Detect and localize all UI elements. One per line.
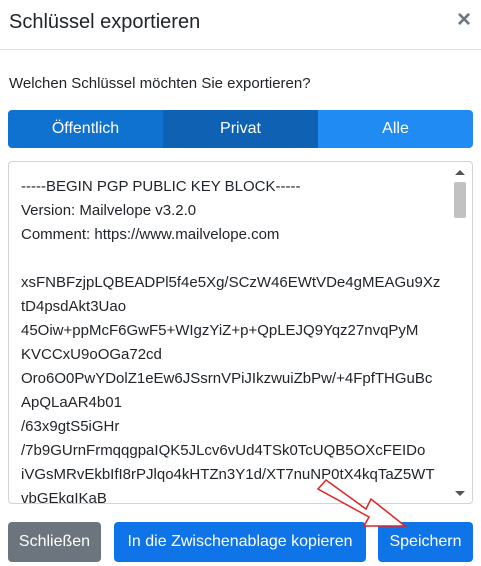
segment-all[interactable]: Alle: [318, 110, 473, 148]
close-icon[interactable]: ×: [457, 8, 471, 32]
export-key-dialog: Schlüssel exportieren × Welchen Schlüsse…: [0, 0, 481, 566]
dialog-title: Schlüssel exportieren: [9, 11, 201, 33]
close-button[interactable]: Schließen: [8, 522, 101, 562]
segment-public[interactable]: Öffentlich: [8, 110, 163, 148]
key-type-selector: Öffentlich Privat Alle: [8, 110, 473, 148]
scrollbar-thumb[interactable]: [454, 182, 466, 218]
textarea-scrollbar[interactable]: [452, 166, 468, 500]
key-textarea[interactable]: -----BEGIN PGP PUBLIC KEY BLOCK----- Ver…: [8, 161, 473, 504]
scroll-down-icon[interactable]: [455, 491, 465, 496]
segment-private[interactable]: Privat: [163, 110, 318, 148]
key-text: -----BEGIN PGP PUBLIC KEY BLOCK----- Ver…: [21, 178, 441, 504]
copy-to-clipboard-button[interactable]: In die Zwischenablage kopieren: [114, 522, 366, 562]
dialog-header: Schlüssel exportieren ×: [0, 0, 481, 50]
scroll-up-icon[interactable]: [455, 170, 465, 175]
export-question: Welchen Schlüssel möchten Sie exportiere…: [9, 75, 311, 92]
save-button[interactable]: Speichern: [378, 522, 473, 562]
